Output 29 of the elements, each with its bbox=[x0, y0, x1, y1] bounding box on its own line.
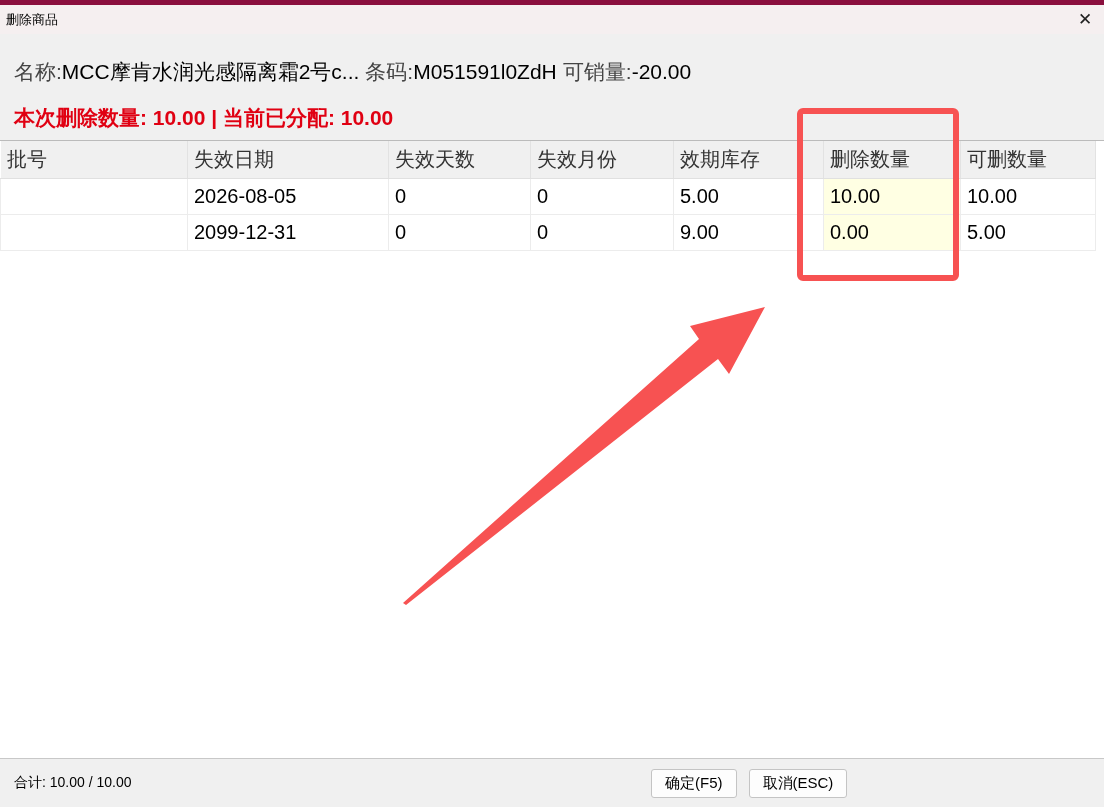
field-label: 条码: bbox=[365, 60, 414, 83]
table-cell: 0 bbox=[530, 178, 674, 215]
total-text: 合计: 10.00 / 10.00 bbox=[14, 774, 133, 792]
close-button[interactable]: ✕ bbox=[1072, 9, 1098, 30]
table-cell: 0 bbox=[388, 178, 531, 215]
table-cell: 0 bbox=[388, 214, 531, 251]
column-header[interactable]: 可删数量 bbox=[960, 141, 1096, 179]
column-header[interactable]: 删除数量 bbox=[823, 141, 961, 179]
field-label: 可销量: bbox=[562, 60, 632, 83]
column-header[interactable]: 失效月份 bbox=[530, 141, 674, 179]
field-value: -20.00 bbox=[631, 60, 692, 83]
cancel-button[interactable]: 取消(ESC) bbox=[748, 768, 848, 798]
table-cell: 2026-08-05 bbox=[187, 178, 389, 215]
window-title: 删除商品 bbox=[6, 10, 58, 29]
table-cell: 5.00 bbox=[960, 214, 1096, 251]
table-cell: 5.00 bbox=[673, 178, 824, 215]
field-value: MCC摩肯水润光感隔离霜2号c... bbox=[61, 60, 360, 83]
field-value: M051591l0ZdH bbox=[413, 60, 557, 83]
table-cell: 0 bbox=[530, 214, 674, 251]
summary-text: 本次删除数量: 10.00 | 当前已分配: 10.00 bbox=[12, 105, 395, 131]
field-label: 名称: bbox=[14, 60, 62, 83]
column-header[interactable]: 批号 bbox=[0, 141, 188, 179]
column-header[interactable]: 失效天数 bbox=[388, 141, 531, 179]
column-header[interactable]: 效期库存 bbox=[673, 141, 824, 179]
table-cell: 9.00 bbox=[673, 214, 824, 251]
column-header[interactable]: 失效日期 bbox=[187, 141, 389, 179]
table-cell: 10.00 bbox=[960, 178, 1096, 215]
confirm-button[interactable]: 确定(F5) bbox=[651, 768, 737, 798]
table-cell: 2099-12-31 bbox=[187, 214, 389, 251]
